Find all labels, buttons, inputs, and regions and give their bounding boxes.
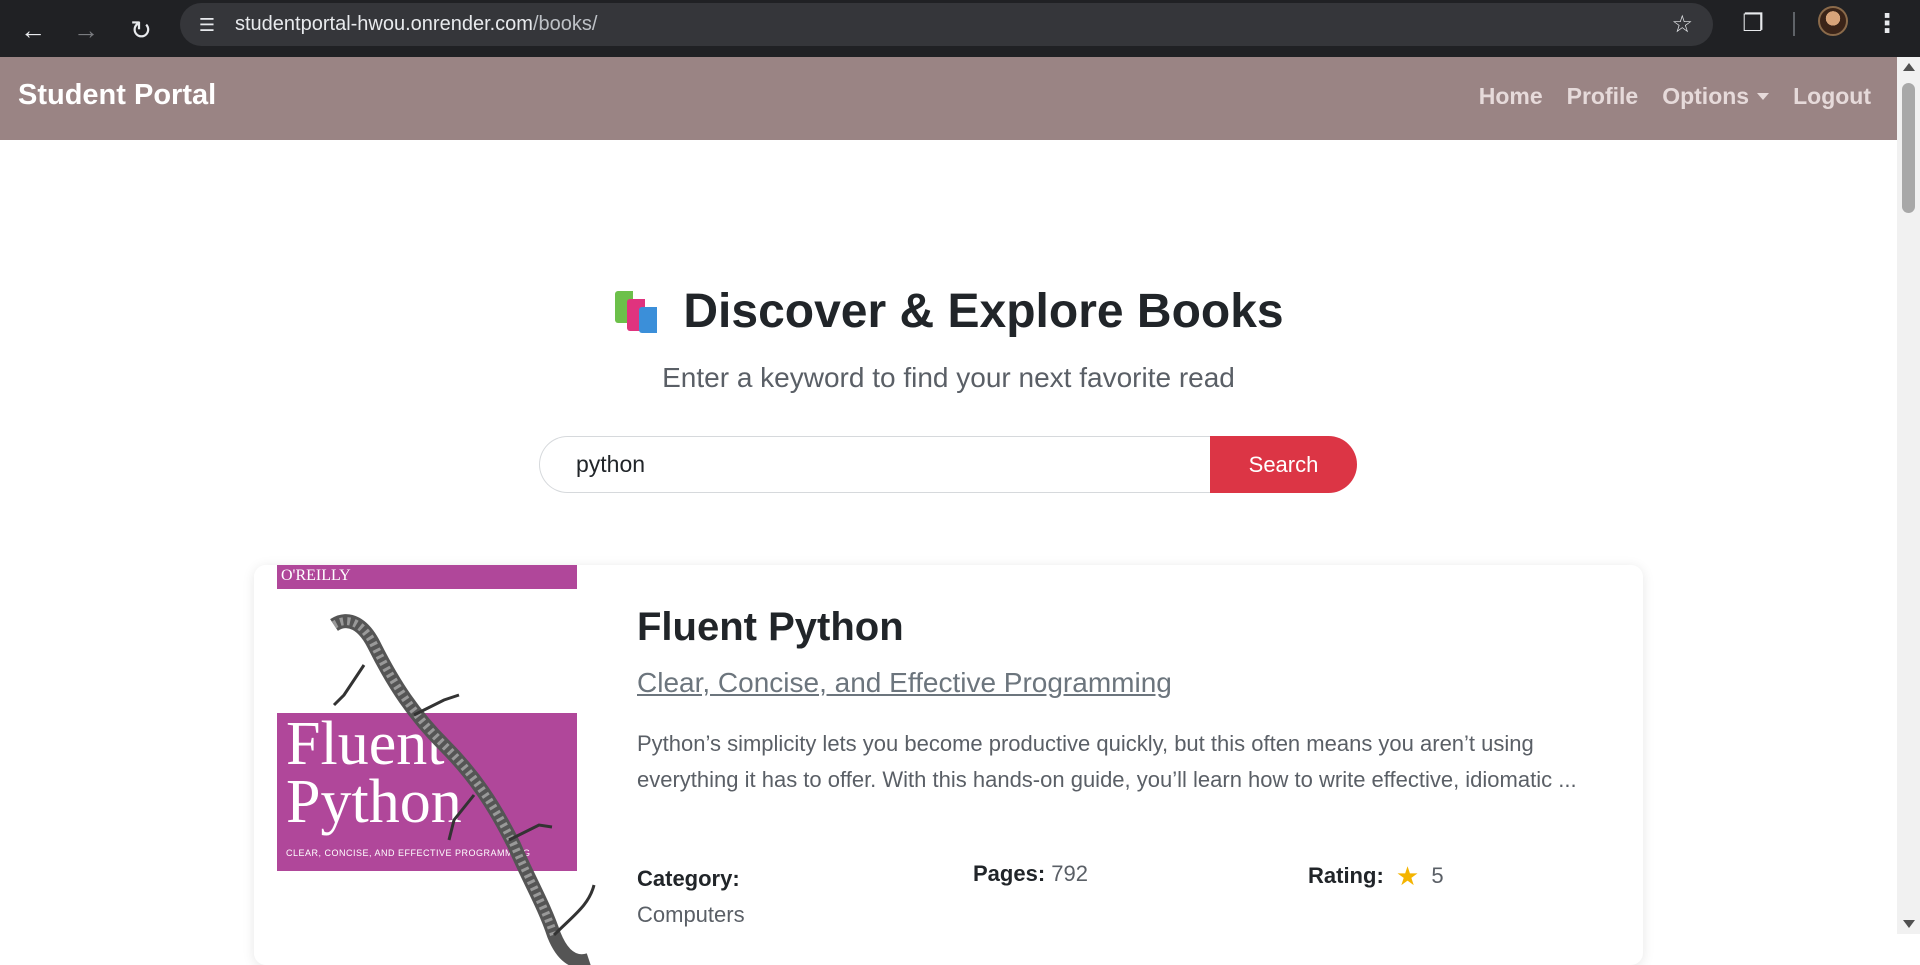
- book-cover-image[interactable]: O'REILLY Fluent Python CLEAR, CONCISE, A…: [254, 565, 601, 965]
- extensions-puzzle-icon[interactable]: ❐: [1737, 8, 1769, 40]
- caret-down-icon: [1757, 93, 1770, 100]
- lizard-illustration: [330, 614, 596, 965]
- toolbar-divider: [1793, 12, 1795, 36]
- cover-publisher: O'REILLY: [281, 567, 351, 584]
- category-value: Computers: [637, 902, 745, 927]
- rating-value: 5: [1431, 863, 1444, 888]
- page-scrollbar[interactable]: [1897, 57, 1920, 934]
- kebab-menu-icon[interactable]: ⋮: [1874, 6, 1900, 40]
- bookmark-star-icon[interactable]: ☆: [1671, 10, 1693, 39]
- page-subtitle: Enter a keyword to find your next favori…: [662, 362, 1235, 393]
- forward-arrow-icon[interactable]: →: [66, 10, 106, 50]
- scroll-up-arrow-icon[interactable]: [1903, 63, 1915, 71]
- site-info-icon[interactable]: ☰: [194, 12, 220, 38]
- pages-value: 792: [1051, 861, 1088, 886]
- nav-logout-link[interactable]: Logout: [1793, 83, 1871, 110]
- address-bar[interactable]: ☰ studentportal-hwou.onrender.com/books/…: [180, 3, 1713, 46]
- category-label: Category:: [637, 866, 740, 891]
- site-navbar: Student Portal Home Profile Options Logo…: [0, 57, 1897, 140]
- scroll-down-arrow-icon[interactable]: [1903, 920, 1915, 928]
- rating-label: Rating:: [1308, 863, 1384, 888]
- book-description: Python’s simplicity lets you become prod…: [637, 731, 1577, 792]
- search-button[interactable]: Search: [1210, 436, 1357, 493]
- book-pages: Pages: 792: [973, 861, 1088, 887]
- search-form: Search: [539, 436, 1357, 493]
- browser-toolbar: ← → ↻ ☰ studentportal-hwou.onrender.com/…: [0, 0, 1920, 57]
- url-text[interactable]: studentportal-hwou.onrender.com/books/: [235, 13, 597, 36]
- nav-options-dropdown[interactable]: Options: [1662, 83, 1770, 110]
- brand-logo-text[interactable]: Student Portal: [18, 79, 216, 112]
- page-title: Discover & Explore Books: [0, 284, 1897, 339]
- book-title: Fluent Python: [637, 605, 904, 649]
- book-category: Category: Computers: [637, 861, 745, 933]
- scroll-thumb[interactable]: [1902, 83, 1915, 213]
- book-card: O'REILLY Fluent Python CLEAR, CONCISE, A…: [254, 565, 1643, 965]
- pages-label: Pages:: [973, 861, 1046, 886]
- books-icon: [613, 287, 667, 333]
- reload-icon[interactable]: ↻: [121, 10, 161, 50]
- back-arrow-icon[interactable]: ←: [13, 10, 53, 50]
- nav-links: Home Profile Options Logout: [1455, 83, 1871, 110]
- nav-options-label: Options: [1662, 83, 1750, 109]
- book-subtitle-link[interactable]: Clear, Concise, and Effective Programmin…: [637, 667, 1172, 699]
- search-input[interactable]: [539, 436, 1219, 493]
- book-rating: Rating: ★ 5: [1308, 861, 1444, 892]
- star-icon: ★: [1395, 861, 1420, 891]
- profile-avatar[interactable]: [1818, 6, 1848, 36]
- nav-profile-link[interactable]: Profile: [1567, 83, 1639, 110]
- nav-home-link[interactable]: Home: [1479, 83, 1543, 110]
- page-title-text: Discover & Explore Books: [683, 285, 1284, 338]
